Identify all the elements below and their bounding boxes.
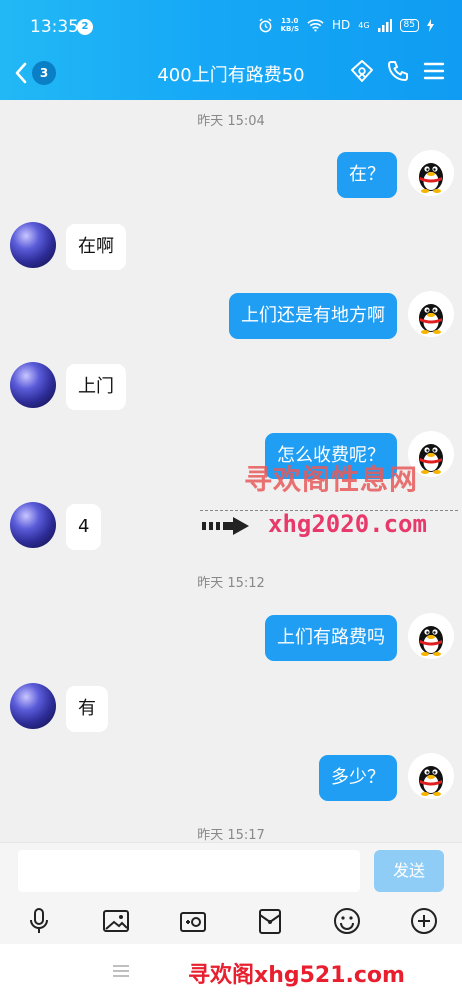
self-avatar[interactable] (408, 291, 454, 337)
message-input[interactable] (18, 850, 360, 892)
message-bubble-received[interactable]: 4 (66, 504, 102, 550)
timestamp: 昨天 15:17 (197, 828, 265, 843)
microphone-icon[interactable] (24, 906, 54, 936)
menu-lines-icon[interactable] (112, 962, 130, 980)
net-speed: 13.0 KB/S (280, 17, 299, 33)
alarm-icon (259, 17, 272, 32)
system-nav-bar: 寻欢阁xhg521.com (0, 944, 462, 1000)
message-bubble-sent[interactable]: 多少？ (319, 755, 397, 801)
image-icon[interactable] (101, 906, 131, 936)
charging-icon (427, 18, 434, 32)
signal-label: 4G (358, 20, 370, 30)
emoji-icon[interactable] (332, 906, 362, 936)
watermark-bottom: 寻欢阁xhg521.com (188, 963, 405, 988)
message-bubble-received[interactable]: 上门 (66, 364, 126, 410)
composer: 发送 (0, 842, 462, 900)
self-avatar[interactable] (408, 613, 454, 659)
penguin-avatar-icon (419, 626, 443, 656)
status-time: 13:35 (30, 17, 79, 37)
message-bubble-sent[interactable]: 上们有路费吗 (265, 615, 397, 661)
home-button[interactable] (350, 59, 374, 83)
battery-indicator: 85 (399, 18, 419, 32)
header: 13:35 2 13.0 KB/S HD 4G 85 3 400上门有路费50 (0, 0, 462, 100)
home-diamond-icon (351, 60, 373, 82)
call-button[interactable] (386, 59, 410, 83)
contact-avatar[interactable] (10, 683, 56, 729)
status-bar: 13:35 2 13.0 KB/S HD 4G 85 (0, 0, 462, 56)
self-avatar[interactable] (408, 753, 454, 799)
plus-icon[interactable] (409, 906, 439, 936)
camera-icon[interactable] (178, 906, 208, 936)
status-icons: 13.0 KB/S HD 4G 85 (258, 17, 434, 33)
contact-avatar[interactable] (10, 222, 56, 268)
composer-toolbar (0, 900, 462, 944)
watermark-text: 寻欢阁性息网 (244, 463, 419, 496)
message-bubble-received[interactable]: 在啊 (66, 224, 126, 270)
notification-count-badge: 2 (77, 19, 93, 35)
hamburger-menu-icon (423, 62, 445, 80)
red-packet-icon[interactable] (255, 906, 285, 936)
arrow-right-icon (202, 517, 249, 535)
penguin-avatar-icon (419, 766, 443, 796)
send-button[interactable]: 发送 (374, 850, 444, 892)
contact-avatar[interactable] (10, 502, 56, 548)
nav-actions (350, 59, 446, 83)
nav-bar: 3 400上门有路费50 (0, 52, 462, 92)
hd-label: HD (331, 18, 351, 32)
penguin-avatar-icon (419, 304, 443, 334)
message-bubble-sent[interactable]: 在？ (337, 152, 397, 198)
contact-avatar[interactable] (10, 362, 56, 408)
message-bubble-received[interactable]: 有 (66, 686, 108, 732)
menu-button[interactable] (422, 59, 446, 83)
phone-icon (388, 61, 408, 81)
self-avatar[interactable] (408, 150, 454, 196)
message-bubble-sent[interactable]: 上们还是有地方啊 (229, 293, 397, 339)
watermark-url: xhg2020.com (268, 510, 427, 538)
signal-icon (377, 18, 392, 32)
penguin-avatar-icon (419, 163, 443, 193)
wifi-icon (307, 19, 324, 32)
timestamp: 昨天 15:04 (197, 114, 265, 129)
timestamp: 昨天 15:12 (197, 576, 265, 591)
